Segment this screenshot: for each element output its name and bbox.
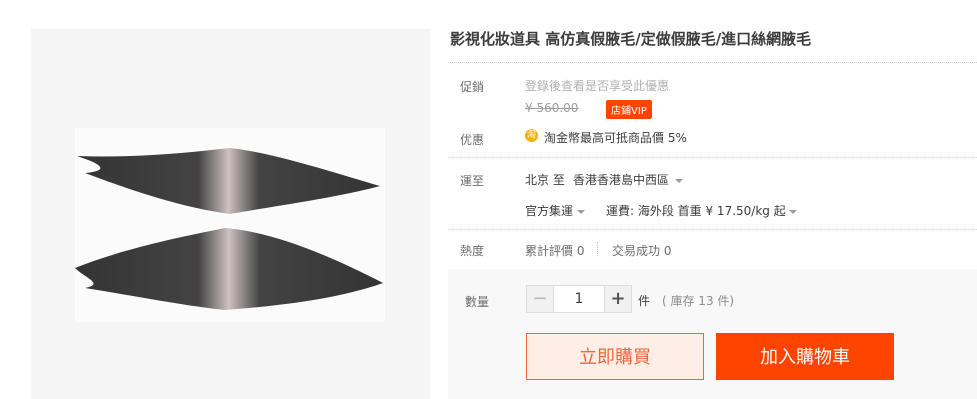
buy-now-button[interactable]: 立即購買 — [526, 333, 704, 380]
quantity-label: 數量 — [465, 295, 490, 309]
ship-method-text: 官方集運 — [525, 204, 574, 218]
ship-to-text: 香港香港島中西區 — [573, 173, 670, 187]
quantity-stepper: − 1 + — [526, 285, 632, 313]
ship-method-selector[interactable]: 官方集運 — [525, 202, 586, 219]
hair-piece-image — [75, 148, 383, 310]
login-hint-link[interactable]: 登錄後查看是否享受此優惠 — [525, 77, 669, 94]
vip-badge: 店鋪VIP — [606, 100, 652, 119]
product-image[interactable] — [75, 128, 385, 322]
popularity-label: 熱度 — [460, 244, 485, 258]
increment-button[interactable]: + — [604, 286, 631, 312]
chevron-down-icon — [675, 178, 684, 183]
decrement-button[interactable]: − — [527, 286, 554, 312]
add-to-cart-button[interactable]: 加入購物車 — [716, 333, 894, 380]
chevron-down-icon — [577, 209, 586, 214]
ship-from: 北京 至 — [525, 173, 565, 187]
stock-count: ( 庫存 13 件) — [662, 294, 735, 308]
promo-label: 促銷 — [460, 80, 485, 94]
quantity-input[interactable]: 1 — [554, 286, 604, 312]
quantity-unit: 件 — [638, 294, 651, 308]
benefit-label: 优惠 — [460, 133, 485, 147]
product-title: 影視化妝道具 高仿真假腋毛/定做假腋毛/進口絲網腋毛 — [450, 30, 812, 48]
sales-count: 交易成功 0 — [612, 244, 672, 258]
coin-benefit-text: 淘金幣最高可抵商品價 5% — [544, 131, 687, 145]
divider — [448, 157, 977, 158]
taobao-coin-icon: 淘 — [525, 129, 538, 142]
shipping-fee-text: 運費: 海外段 首重 ¥ 17.50/kg 起 — [606, 204, 786, 218]
divider — [448, 229, 977, 230]
shipping-fee-selector[interactable]: 運費: 海外段 首重 ¥ 17.50/kg 起 — [606, 202, 797, 219]
separator — [597, 242, 598, 256]
ship-to-selector[interactable]: 香港香港島中西區 — [573, 171, 684, 188]
original-price: ¥ 560.00 — [525, 101, 579, 115]
shipping-label: 運至 — [460, 174, 485, 188]
chevron-down-icon — [788, 209, 797, 214]
review-count[interactable]: 累計評價 0 — [525, 242, 584, 259]
product-gallery — [31, 29, 430, 399]
